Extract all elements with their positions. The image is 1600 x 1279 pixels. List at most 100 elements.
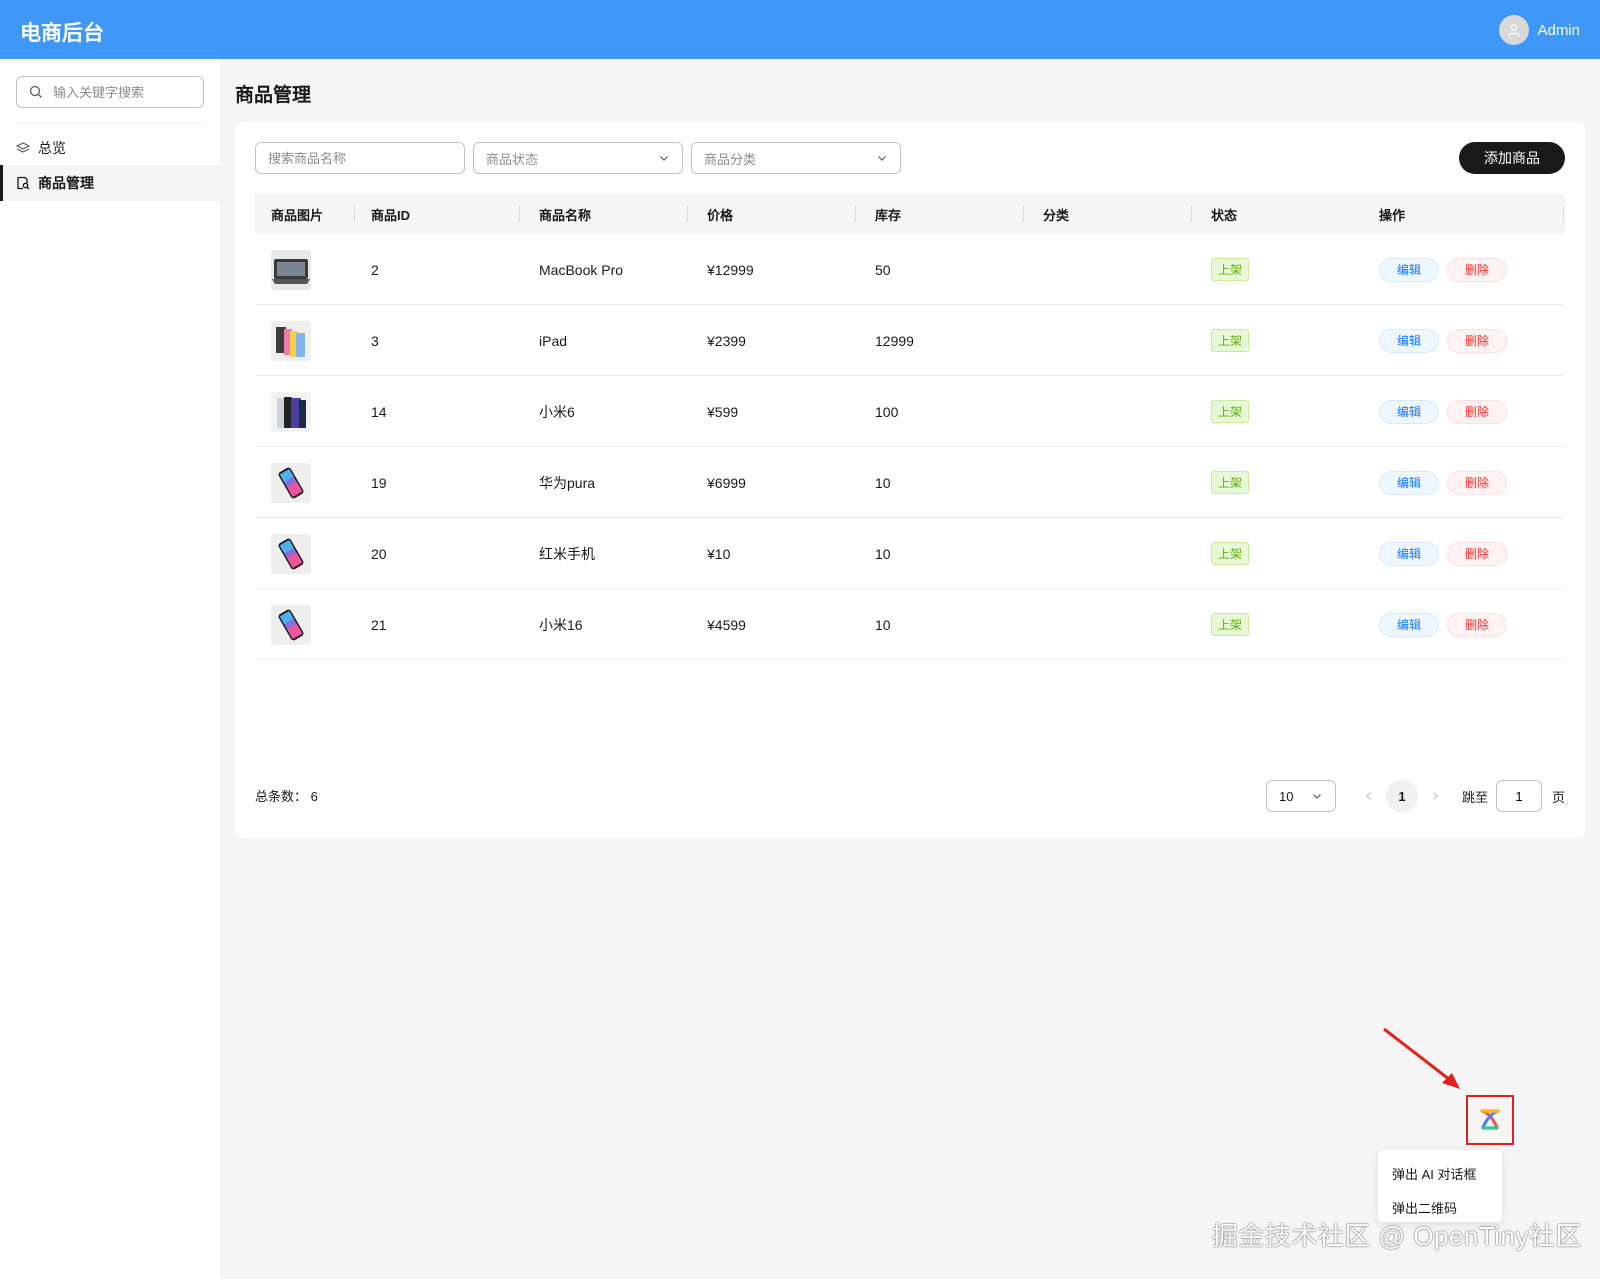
column-divider [354, 206, 355, 222]
watermark: 掘金技术社区 @ OpenTiny社区 [1211, 1221, 1582, 1251]
status-select[interactable]: 商品状态 [473, 142, 683, 174]
page-size-select[interactable]: 10 [1265, 780, 1336, 812]
add-product-button[interactable]: 添加商品 [1459, 142, 1565, 174]
edit-button[interactable]: 编辑 [1379, 328, 1439, 353]
column-divider [1563, 206, 1564, 222]
product-price: ¥10 [707, 545, 731, 562]
column-divider [519, 206, 520, 222]
chevron-down-icon [1313, 794, 1321, 799]
total-count: 总条数： 6 [255, 786, 318, 805]
page-suffix: 页 [1551, 789, 1565, 805]
product-card: 商品状态 商品分类 添加商品 商品图片 商品ID 商品名称 价格 库存 分类 状… [235, 122, 1585, 838]
tiny-robot-icon [1480, 1109, 1500, 1130]
user-menu[interactable]: Admin [1499, 15, 1580, 45]
top-header: 电商后台 Admin [0, 0, 1600, 59]
delete-button[interactable]: 删除 [1447, 541, 1507, 566]
status-cell: 上架 [1211, 518, 1250, 589]
table-row: 21 小米16 ¥4599 10 上架 编辑 删除 [255, 589, 1565, 660]
product-table: 商品图片 商品ID 商品名称 价格 库存 分类 状态 操作 2 MacBook P… [255, 194, 1565, 660]
column-header-actions: 操作 [1379, 207, 1406, 223]
sidebar-search-input[interactable] [53, 84, 193, 100]
product-id: 14 [371, 403, 387, 420]
column-header-image: 商品图片 [271, 207, 324, 223]
chevron-down-icon [878, 156, 886, 161]
table-row: 2 MacBook Pro ¥12999 50 上架 编辑 删除 [255, 234, 1565, 305]
actions-cell: 编辑 删除 [1379, 305, 1507, 376]
column-header-id: 商品ID [371, 207, 411, 223]
sidebar-item-products[interactable]: 商品管理 [0, 165, 220, 201]
next-page-button[interactable] [1420, 788, 1450, 804]
status-badge: 上架 [1211, 542, 1250, 565]
delete-button[interactable]: 删除 [1447, 399, 1507, 424]
product-name-input[interactable] [268, 150, 452, 166]
edit-button[interactable]: 编辑 [1379, 257, 1439, 282]
product-name: iPad [539, 332, 568, 349]
delete-button[interactable]: 删除 [1447, 257, 1507, 282]
product-name-search[interactable] [255, 142, 465, 174]
tablet-thumbnail [271, 320, 311, 361]
status-badge: 上架 [1211, 258, 1250, 281]
sidebar-search[interactable] [16, 76, 204, 108]
product-price: ¥2399 [707, 332, 746, 349]
sidebar-item-overview[interactable]: 总览 [0, 130, 220, 166]
product-image [271, 391, 311, 432]
delete-button[interactable]: 删除 [1447, 470, 1507, 495]
product-stock: 100 [875, 403, 899, 420]
prev-page-button[interactable] [1354, 788, 1384, 804]
delete-button[interactable]: 删除 [1447, 612, 1507, 637]
edit-button[interactable]: 编辑 [1379, 612, 1439, 637]
column-header-stock: 库存 [875, 207, 902, 223]
column-divider [687, 206, 688, 222]
pagination: 10 1 跳至 页 [1265, 780, 1565, 812]
status-cell: 上架 [1211, 447, 1250, 518]
edit-button[interactable]: 编辑 [1379, 541, 1439, 566]
layers-icon [16, 142, 30, 153]
user-name[interactable]: Admin [1537, 22, 1580, 39]
product-name: 小米6 [539, 403, 575, 420]
category-select[interactable]: 商品分类 [691, 142, 901, 174]
product-price: ¥6999 [707, 474, 746, 491]
sidebar-item-label: 商品管理 [38, 175, 94, 191]
avatar[interactable] [1499, 15, 1530, 45]
open-ai-dialog-item[interactable]: 弹出 AI 对话框 [1378, 1156, 1502, 1190]
actions-cell: 编辑 删除 [1379, 518, 1507, 589]
product-name: MacBook Pro [539, 261, 624, 278]
phone-thumbnail [271, 533, 311, 574]
ai-assistant-button[interactable] [1466, 1095, 1514, 1145]
delete-button[interactable]: 删除 [1447, 328, 1507, 353]
annotation-arrow-icon [1383, 1027, 1460, 1089]
product-name: 红米手机 [539, 545, 595, 562]
chevron-down-icon [660, 156, 668, 161]
chevron-right-icon [1433, 792, 1438, 800]
table-row: 20 红米手机 ¥10 10 上架 编辑 删除 [255, 518, 1565, 589]
product-id: 19 [371, 474, 387, 491]
product-image [271, 249, 311, 290]
column-header-name: 商品名称 [539, 207, 592, 223]
product-image [271, 604, 311, 645]
status-badge: 上架 [1211, 471, 1250, 494]
actions-cell: 编辑 删除 [1379, 376, 1507, 447]
product-image-cell [271, 518, 311, 589]
product-image [271, 320, 311, 361]
page-number-current[interactable]: 1 [1385, 780, 1418, 812]
sidebar-divider [16, 123, 204, 124]
column-header-price: 价格 [707, 207, 734, 223]
chevron-left-icon [1366, 792, 1371, 800]
table-row: 19 华为pura ¥6999 10 上架 编辑 删除 [255, 447, 1565, 518]
product-id: 21 [371, 616, 387, 633]
column-divider [1191, 206, 1192, 222]
table-header: 商品图片 商品ID 商品名称 价格 库存 分类 状态 操作 [255, 194, 1565, 234]
product-stock: 10 [875, 545, 891, 562]
product-stock: 50 [875, 261, 891, 278]
product-image [271, 533, 311, 574]
edit-button[interactable]: 编辑 [1379, 399, 1439, 424]
sidebar: 总览 商品管理 [0, 59, 220, 1279]
ai-popup-menu: 弹出 AI 对话框 弹出二维码 [1378, 1150, 1502, 1222]
product-image-cell [271, 376, 311, 447]
edit-button[interactable]: 编辑 [1379, 470, 1439, 495]
status-cell: 上架 [1211, 589, 1250, 660]
column-header-status: 状态 [1211, 207, 1238, 223]
jump-page-input[interactable] [1495, 780, 1542, 812]
actions-cell: 编辑 删除 [1379, 447, 1507, 518]
product-image-cell [271, 234, 311, 305]
